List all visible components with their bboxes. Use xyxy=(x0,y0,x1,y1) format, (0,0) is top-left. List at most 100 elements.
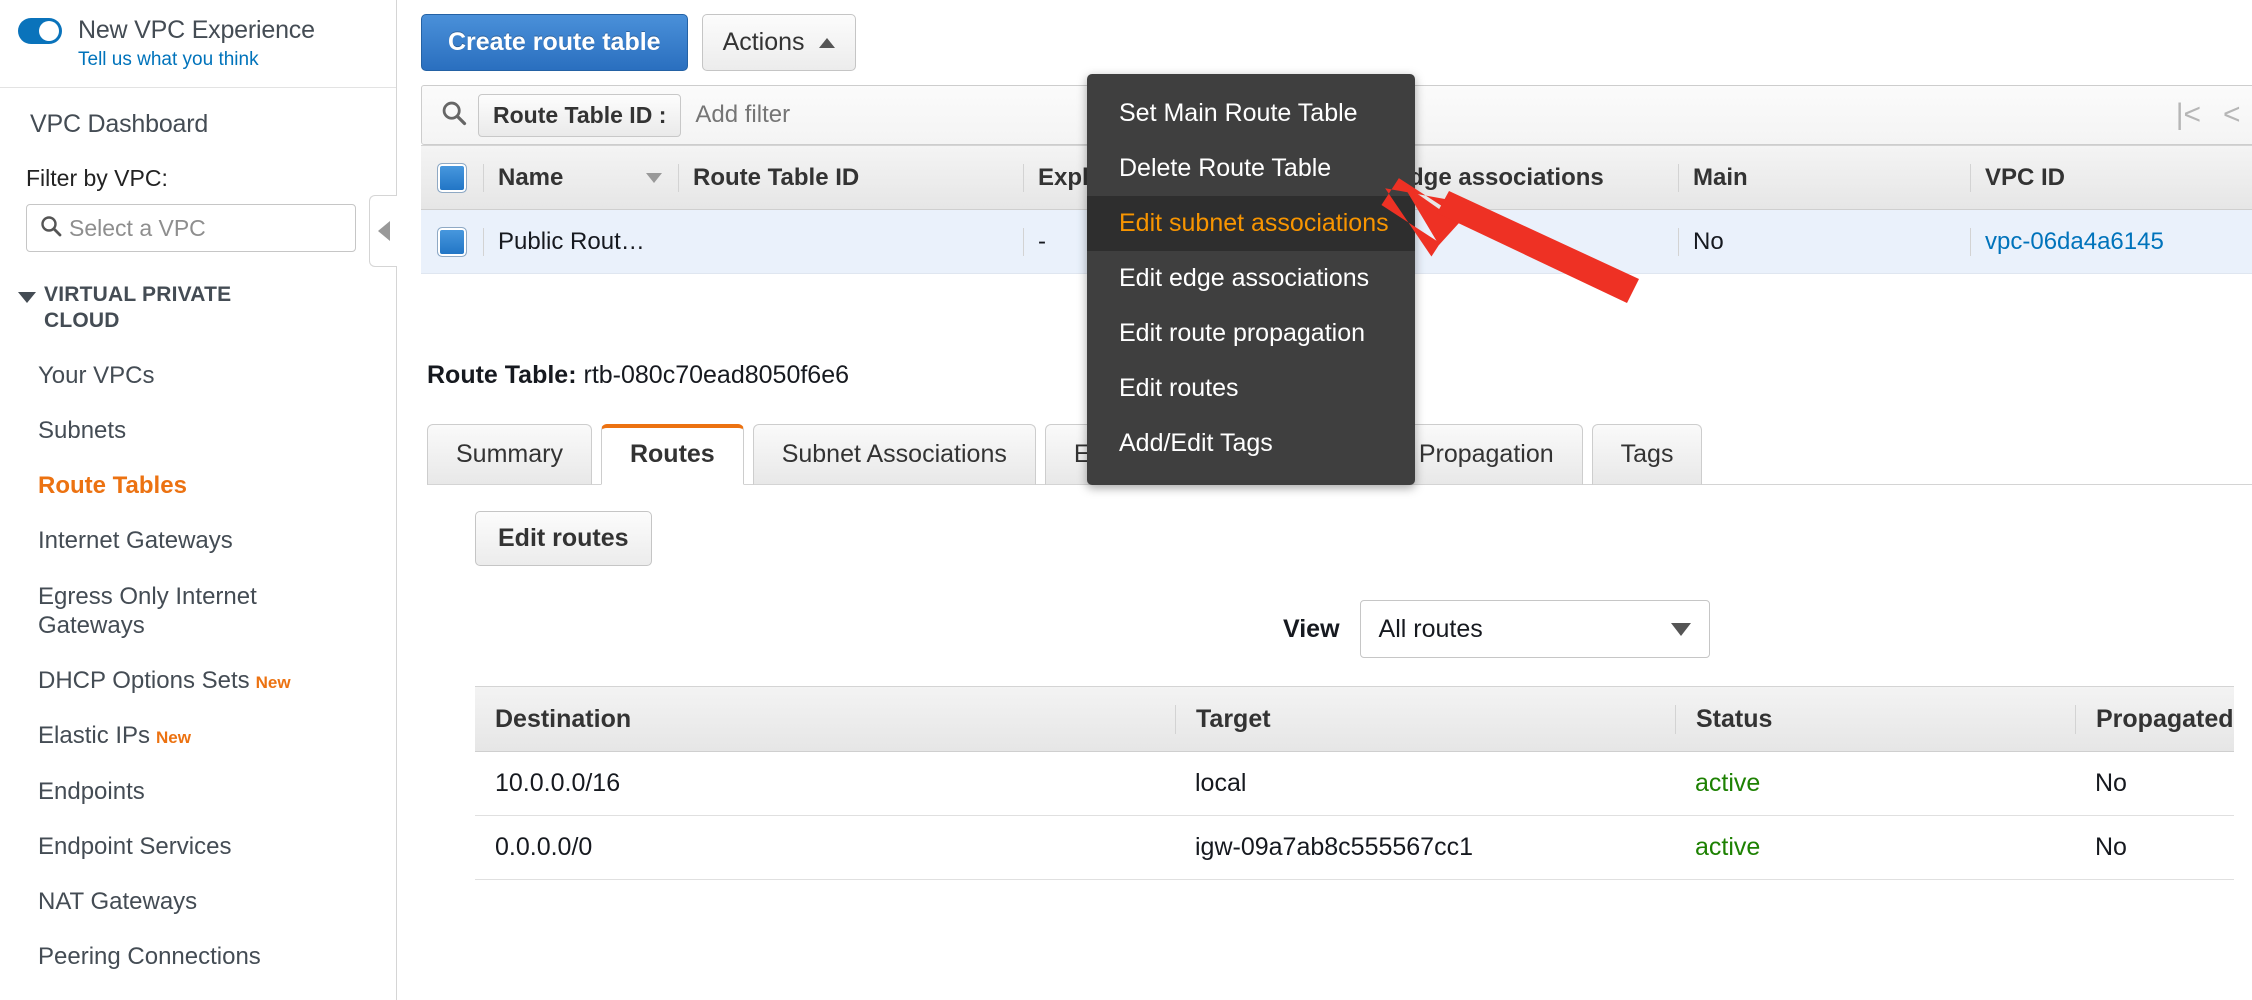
chevron-up-icon xyxy=(818,37,835,48)
column-header-route-table-id[interactable]: Route Table ID xyxy=(678,163,1023,192)
routes-table-body: 10.0.0.0/16 local active No 0.0.0.0/0 igw-09a… xyxy=(475,752,2234,880)
search-input[interactable] xyxy=(681,101,2176,129)
routes-cell-propagated: No xyxy=(2095,833,2127,861)
new-vpc-experience-toggle[interactable] xyxy=(18,17,62,44)
edit-routes-toolbar: Edit routes xyxy=(427,485,2252,566)
filter-token-route-table-id[interactable]: Route Table ID : xyxy=(478,93,682,137)
sort-caret-icon xyxy=(646,172,662,183)
chevron-down-icon xyxy=(18,292,36,303)
actions-dropdown-menu: Set Main Route Table Delete Route Table Ed… xyxy=(1087,74,1415,485)
sidebar-item-label: Internet Gateways xyxy=(38,527,233,555)
column-header-name[interactable]: Name xyxy=(483,163,678,192)
search-icon xyxy=(440,99,468,132)
column-header-main[interactable]: Main xyxy=(1678,163,1970,192)
sidebar-nav: Your VPCs Subnets Route Tables Internet Gat… xyxy=(0,361,396,972)
routes-cell-propagated: No xyxy=(2095,769,2127,797)
routes-cell-target: local xyxy=(1195,769,1247,797)
edit-routes-button[interactable]: Edit routes xyxy=(475,511,652,566)
routes-column-header-destination: Destination xyxy=(495,704,632,733)
cell-vpc-id[interactable]: vpc-06da4a6145 xyxy=(1970,227,2252,256)
sidebar-item-endpoints[interactable]: Endpoints xyxy=(0,777,360,806)
vpc-filter-select[interactable]: Select a VPC xyxy=(26,204,356,252)
routes-cell-destination: 0.0.0.0/0 xyxy=(495,833,593,861)
main-content: Create route table Actions Route Table I… xyxy=(397,0,2252,1000)
sidebar-item-internet-gateways[interactable]: Internet Gateways xyxy=(0,526,360,555)
view-select[interactable]: All routes xyxy=(1359,600,1710,658)
create-route-table-button[interactable]: Create route table xyxy=(421,14,688,71)
pagination-first-button[interactable]: |< xyxy=(2176,98,2201,132)
routes-table-header: Destination Target Status Propagated xyxy=(475,686,2234,752)
sidebar-item-label: Route Tables xyxy=(38,472,187,500)
new-vpc-experience-label: New VPC Experience xyxy=(78,16,315,44)
view-filter-row: View All routes xyxy=(427,600,2252,658)
cell-main: No xyxy=(1678,227,1970,256)
sidebar-item-label: Subnets xyxy=(38,416,127,444)
sidebar-item-subnets[interactable]: Subnets xyxy=(0,416,360,445)
menu-item-edit-edge-associations[interactable]: Edit edge associations xyxy=(1087,251,1415,306)
actions-button-label: Actions xyxy=(722,28,805,56)
sidebar-collapse-handle[interactable] xyxy=(369,195,397,267)
sidebar-item-dhcp-options-sets[interactable]: DHCP Options Sets New xyxy=(0,666,360,695)
tab-tags[interactable]: Tags xyxy=(1591,424,1703,485)
menu-item-set-main-route-table[interactable]: Set Main Route Table xyxy=(1087,86,1415,141)
sidebar-item-label: Endpoints xyxy=(38,777,145,805)
menu-item-add-edit-tags[interactable]: Add/Edit Tags xyxy=(1087,416,1415,471)
sidebar-item-new-badge: New xyxy=(255,673,291,693)
sidebar-item-elastic-ips[interactable]: Elastic IPs New xyxy=(0,721,360,750)
sidebar-item-endpoint-services[interactable]: Endpoint Services xyxy=(0,832,360,861)
select-all-cell xyxy=(421,162,483,193)
sidebar-item-label: Your VPCs xyxy=(38,361,155,389)
sidebar-item-label: Egress Only Internet Gateways xyxy=(38,582,257,639)
vpc-filter-placeholder: Select a VPC xyxy=(69,214,206,241)
filter-by-vpc-label: Filter by VPC: xyxy=(26,165,168,191)
actions-button[interactable]: Actions xyxy=(701,14,856,71)
routes-column-header-propagated: Propagated xyxy=(2075,704,2234,734)
menu-item-edit-subnet-associations[interactable]: Edit subnet associations xyxy=(1087,196,1415,251)
column-header-edge-associations[interactable]: Edge associations xyxy=(1378,163,1678,192)
chevron-left-icon xyxy=(377,221,390,241)
sidebar-item-vpc-dashboard[interactable]: VPC Dashboard xyxy=(0,88,396,139)
pagination-prev-button[interactable]: < xyxy=(2223,98,2241,132)
menu-item-delete-route-table[interactable]: Delete Route Table xyxy=(1087,141,1415,196)
view-label: View xyxy=(1283,614,1340,643)
cell-edge-associations: - xyxy=(1378,227,1678,256)
menu-item-edit-route-propagation[interactable]: Edit route propagation xyxy=(1087,306,1415,361)
tab-subnet-associations[interactable]: Subnet Associations xyxy=(752,424,1036,485)
routes-column-header-status: Status xyxy=(1675,704,2075,734)
routes-cell-target[interactable]: igw-09a7ab8c555567cc1 xyxy=(1175,833,1675,862)
sidebar-item-your-vpcs[interactable]: Your VPCs xyxy=(0,361,360,390)
detail-title-label: Route Table: xyxy=(427,361,577,389)
pagination: |< < xyxy=(2176,98,2247,132)
select-all-checkbox[interactable] xyxy=(437,162,467,193)
new-vpc-experience-row[interactable]: New VPC Experience xyxy=(0,0,396,45)
row-checkbox[interactable] xyxy=(437,226,467,257)
sidebar-item-nat-gateways[interactable]: NAT Gateways xyxy=(0,887,360,916)
feedback-link[interactable]: Tell us what you think xyxy=(78,49,396,71)
view-select-value: All routes xyxy=(1378,614,1483,643)
vpc-console: New VPC Experience Tell us what you thin… xyxy=(0,0,2252,1000)
tab-summary[interactable]: Summary xyxy=(427,424,592,485)
sidebar-group-virtual-private-cloud[interactable]: VIRTUAL PRIVATE CLOUD xyxy=(18,282,396,335)
sidebar-item-label: Peering Connections xyxy=(38,943,261,971)
routes-table-row: 10.0.0.0/16 local active No xyxy=(475,752,2234,816)
sidebar-item-new-badge: New xyxy=(156,728,191,748)
routes-cell-status: active xyxy=(1695,769,1761,797)
sidebar-item-egress-only-internet-gateways[interactable]: Egress Only Internet Gateways xyxy=(0,582,360,641)
search-icon xyxy=(39,214,63,243)
sidebar-item-label: Elastic IPs xyxy=(38,722,151,750)
sidebar-item-peering-connections[interactable]: Peering Connections xyxy=(0,942,360,971)
detail-route-table-id: rtb-080c70ead8050f6e6 xyxy=(583,361,850,389)
routes-table: Destination Target Status Propagated 10.… xyxy=(475,686,2234,880)
routes-cell-destination: 10.0.0.0/16 xyxy=(495,769,621,797)
menu-item-edit-routes[interactable]: Edit routes xyxy=(1087,361,1415,416)
tab-routes[interactable]: Routes xyxy=(600,424,744,485)
chevron-down-icon xyxy=(1670,622,1691,636)
sidebar-item-label: NAT Gateways xyxy=(38,888,198,916)
toolbar: Create route table Actions xyxy=(397,0,2252,71)
column-header-vpc-id[interactable]: VPC ID xyxy=(1970,163,2252,192)
row-select-cell xyxy=(421,226,483,257)
sidebar-item-route-tables[interactable]: Route Tables xyxy=(0,471,360,500)
column-header-name-label: Name xyxy=(498,163,564,191)
sidebar-item-label: DHCP Options Sets xyxy=(38,667,250,695)
cell-name: Public Rout… xyxy=(483,227,678,256)
